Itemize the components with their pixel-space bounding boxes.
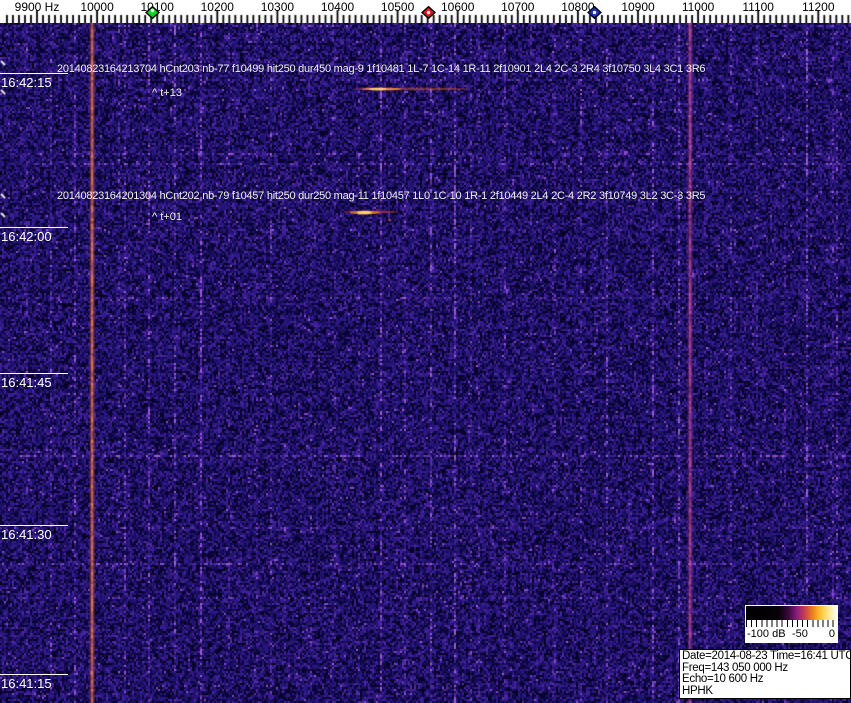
freq-label: 10200	[200, 0, 234, 14]
freq-label: 10300	[260, 0, 295, 14]
intensity-colorbar: -100 dB -50 0	[745, 605, 838, 643]
station-info-box: Date=2014-08-23 Time=16:41 UTC Freq=143 …	[679, 649, 851, 699]
info-station-id: HPHK	[682, 684, 713, 697]
detection-log-line-1: 20140823164213704 hCnt203 nb-77 f10499 h…	[57, 63, 706, 75]
freq-label: 10400	[320, 0, 355, 14]
colorbar-ticks	[746, 620, 837, 627]
red-marker-diamond-icon[interactable]	[420, 5, 437, 20]
colorbar-gradient	[746, 606, 837, 620]
blue-marker-diamond-icon[interactable]	[586, 5, 603, 20]
freq-label: 10600	[441, 0, 475, 14]
detection-offset-tag-2: ^ t+01	[152, 211, 182, 223]
time-label-5: 16:41:15	[0, 674, 68, 691]
green-marker-diamond-icon[interactable]	[144, 5, 161, 20]
freq-label: 10500	[380, 0, 415, 14]
time-label-1: 16:42:15	[0, 73, 68, 90]
info-echo: Echo=10 600 Hz	[682, 673, 764, 685]
freq-label: 11000	[681, 0, 715, 14]
colorbar-label-max: 0	[828, 628, 835, 640]
freq-label: 10700	[501, 0, 535, 14]
freq-label: 11200	[802, 0, 835, 14]
time-label-3: 16:41:45	[0, 373, 68, 390]
time-label-4: 16:41:30	[0, 525, 68, 542]
freq-label: 9900 Hz	[14, 0, 60, 14]
colorbar-label-min: -100 dB	[747, 628, 786, 640]
frequency-axis: 9900 Hz 10000 10100 10200 10300 10400 10500 106…	[0, 0, 851, 23]
freq-label: 10900	[621, 0, 655, 14]
freq-label: 10000	[80, 0, 114, 14]
colorbar-label-mid: -50	[792, 628, 808, 640]
detection-offset-tag-1: ^ t+13	[152, 87, 182, 99]
time-label-2: 16:42:00	[0, 227, 68, 244]
meteor-spectrogram-screen: 9900 Hz 10000 10100 10200 10300 10400 10500 106…	[0, 0, 851, 703]
freq-label: 11100	[742, 0, 774, 14]
spectrogram-waterfall	[0, 23, 851, 703]
detection-log-line-2: 20140823164201304 hCnt202 nb-79 f10457 h…	[57, 190, 706, 202]
colorbar-labels: -100 dB -50 0	[745, 628, 838, 642]
info-date-time: Date=2014-08-23 Time=16:41 UTC	[682, 650, 851, 662]
